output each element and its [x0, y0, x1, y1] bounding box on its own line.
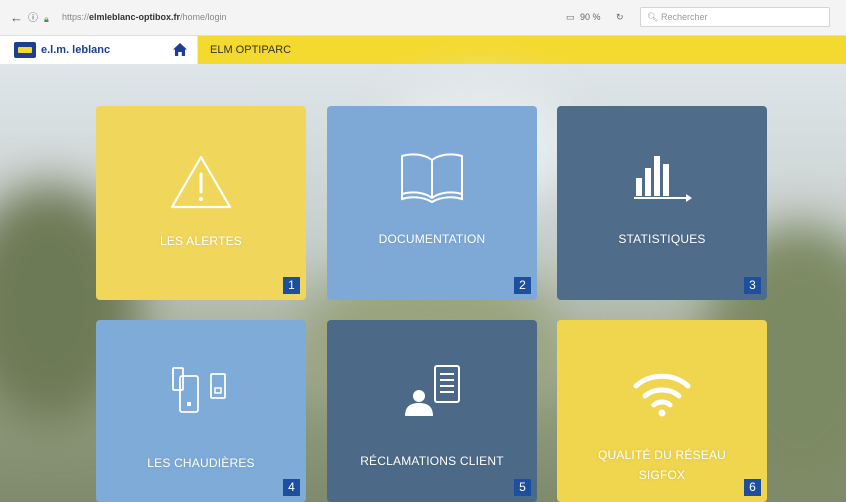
tile-label: LES ALERTES	[159, 234, 243, 248]
tile-number-badge: 6	[744, 479, 761, 496]
lock-icon: 🔒︎	[44, 14, 49, 24]
wifi-icon	[633, 373, 691, 417]
tile-statistiques[interactable]: STATISTIQUES 3	[557, 106, 767, 300]
tile-les-alertes[interactable]: LES ALERTES 1	[96, 106, 306, 300]
tile-label-line-1: QUALITÉ DU RÉSEAU	[597, 448, 727, 462]
bar-chart-icon	[634, 156, 692, 202]
tile-label: STATISTIQUES	[618, 232, 706, 246]
tile-number-badge: 2	[514, 277, 531, 294]
user-document-icon	[405, 365, 460, 416]
boiler-devices-icon	[172, 367, 226, 413]
tile-les-chaudieres[interactable]: LES CHAUDIÈRES 4	[96, 320, 306, 502]
tile-qualite-reseau-sigfox[interactable]: QUALITÉ DU RÉSEAU SIGFOX 6	[557, 320, 767, 502]
zoom-level[interactable]: 90 %	[580, 12, 601, 22]
warning-icon	[170, 155, 232, 209]
tile-number-badge: 5	[514, 479, 531, 496]
tile-label: DOCUMENTATION	[378, 232, 486, 246]
brand-logo[interactable]: e.l.m. leblanc	[0, 36, 162, 64]
logo-text: e.l.m. leblanc	[41, 44, 111, 56]
open-book-icon	[401, 153, 463, 204]
home-button[interactable]	[162, 36, 198, 64]
tile-reclamations-client[interactable]: RÉCLAMATIONS CLIENT 5	[327, 320, 537, 502]
elm-logo-icon	[14, 42, 36, 58]
tile-documentation[interactable]: DOCUMENTATION 2	[327, 106, 537, 300]
tile-number-badge: 4	[283, 479, 300, 496]
reload-icon[interactable]: ↻	[616, 12, 624, 23]
tile-number-badge: 1	[283, 277, 300, 294]
back-arrow-icon[interactable]: ←	[10, 11, 23, 25]
url-bar[interactable]: https://elmleblanc-optibox.fr/home/login	[62, 12, 227, 22]
tile-label-line-2: SIGFOX	[638, 468, 686, 482]
tile-label: RÉCLAMATIONS CLIENT	[360, 454, 504, 468]
app-title: ELM OPTIPARC	[210, 44, 292, 56]
reader-view-icon[interactable]: ▭	[566, 12, 575, 23]
tile-label: LES CHAUDIÈRES	[147, 456, 255, 470]
info-icon[interactable]: ⓘ	[28, 12, 38, 26]
home-icon	[173, 43, 187, 56]
browser-toolbar: ← ⓘ 🔒︎ https://elmleblanc-optibox.fr/hom…	[0, 0, 846, 36]
app-header: e.l.m. leblanc ELM OPTIPARC	[0, 36, 846, 64]
tile-number-badge: 3	[744, 277, 761, 294]
search-icon: 🔍︎	[647, 12, 659, 22]
search-input[interactable]: 🔍︎ Rechercher	[640, 7, 830, 27]
